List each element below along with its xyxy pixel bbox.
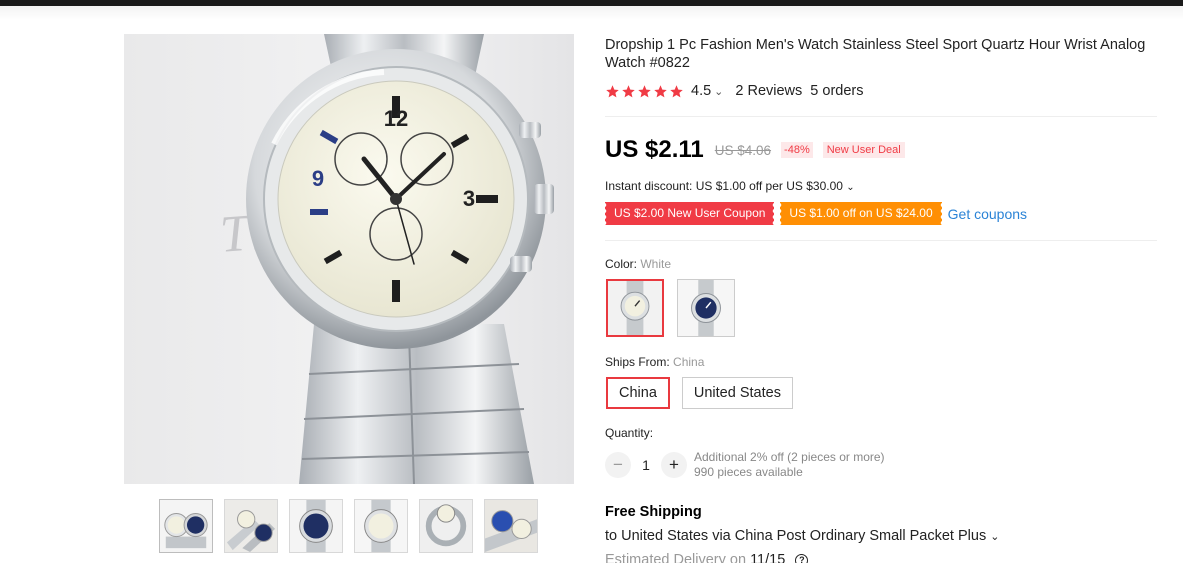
new-user-deal-badge: New User Deal	[822, 142, 905, 158]
main-product-image[interactable]: Timé un	[124, 34, 574, 484]
coupon-row: US $2.00 New User Coupon US $1.00 off on…	[603, 202, 1027, 225]
quantity-label: Quantity:	[605, 426, 654, 440]
star-icon	[606, 84, 619, 97]
delivery-date: 11/15	[750, 552, 786, 563]
quantity-decrease-button[interactable]: −	[605, 452, 631, 478]
color-option-blue[interactable]	[677, 279, 735, 337]
price-row: US $2.11 US $4.06 -48% New User Deal	[605, 135, 905, 165]
store-coupon[interactable]: US $1.00 off on US $24.00	[779, 202, 942, 225]
ships-from-selected: China	[673, 355, 705, 369]
thumbnail-2[interactable]	[224, 499, 278, 553]
orders-count: 5 orders	[810, 83, 864, 99]
original-price: US $4.06	[714, 142, 772, 158]
chevron-down-icon: ⌄	[846, 182, 855, 193]
color-option-white[interactable]	[606, 279, 664, 337]
rating-value: 4.5	[691, 83, 712, 99]
color-label-row: Color: White	[605, 257, 671, 271]
divider	[605, 116, 1157, 117]
star-icon	[654, 84, 667, 97]
svg-text:3: 3	[463, 186, 475, 211]
color-selected: White	[640, 257, 672, 271]
quantity-value[interactable]: 1	[631, 457, 661, 473]
color-options	[606, 279, 735, 337]
discount-badge: -48%	[781, 142, 813, 158]
quantity-info: Additional 2% off (2 pieces or more) 990…	[694, 450, 885, 480]
question-circle-icon[interactable]: ?	[795, 554, 809, 563]
ships-from-united-states[interactable]: United States	[681, 377, 793, 409]
star-icon	[638, 84, 651, 97]
svg-text:9: 9	[312, 166, 324, 191]
delivery-label: Estimated Delivery on	[605, 552, 747, 563]
ships-from-label-row: Ships From: China	[605, 355, 704, 369]
current-price: US $2.11	[605, 136, 704, 163]
instant-discount-text: Instant discount: US $1.00 off per US $3…	[605, 179, 843, 193]
reviews-link[interactable]: 2 Reviews	[735, 83, 802, 99]
chevron-down-icon[interactable]: ⌄	[714, 85, 723, 98]
thumbnail-6[interactable]	[484, 499, 538, 553]
ships-from-label: Ships From:	[605, 355, 670, 369]
thumbnail-5[interactable]	[419, 499, 473, 553]
quantity-promo: Additional 2% off (2 pieces or more)	[694, 450, 885, 464]
quantity-increase-button[interactable]: +	[661, 452, 687, 478]
chevron-down-icon: ⌄	[990, 531, 1000, 543]
svg-text:12: 12	[384, 106, 408, 131]
quantity-available: 990 pieces available	[694, 465, 803, 479]
shipping-method[interactable]: to United States via China Post Ordinary…	[605, 528, 999, 544]
product-title: Dropship 1 Pc Fashion Men's Watch Stainl…	[605, 37, 1146, 71]
quantity-stepper: − 1 + Additional 2% off (2 pieces or mor…	[605, 450, 885, 480]
star-rating	[605, 84, 684, 99]
star-icon	[622, 84, 635, 97]
top-shadow	[0, 6, 1183, 20]
new-user-coupon[interactable]: US $2.00 New User Coupon	[603, 202, 775, 225]
ships-from-china[interactable]: China	[606, 377, 670, 409]
thumbnail-strip	[159, 499, 538, 553]
estimated-delivery: Estimated Delivery on 11/15 ?	[605, 552, 809, 563]
ships-from-options: China United States	[606, 377, 793, 409]
instant-discount[interactable]: Instant discount: US $1.00 off per US $3…	[605, 179, 855, 193]
star-icon	[670, 84, 683, 97]
watch-illustration: 12 3 9	[246, 34, 554, 484]
get-coupons-link[interactable]: Get coupons	[948, 206, 1027, 222]
thumbnail-1[interactable]	[159, 499, 213, 553]
rating-row: 4.5 ⌄ 2 Reviews 5 orders	[605, 82, 863, 100]
thumbnail-4[interactable]	[354, 499, 408, 553]
thumbnail-3[interactable]	[289, 499, 343, 553]
free-shipping: Free Shipping	[605, 504, 702, 520]
shipping-method-text: to United States via China Post Ordinary…	[605, 528, 987, 544]
divider	[605, 240, 1157, 241]
color-label: Color:	[605, 257, 638, 271]
